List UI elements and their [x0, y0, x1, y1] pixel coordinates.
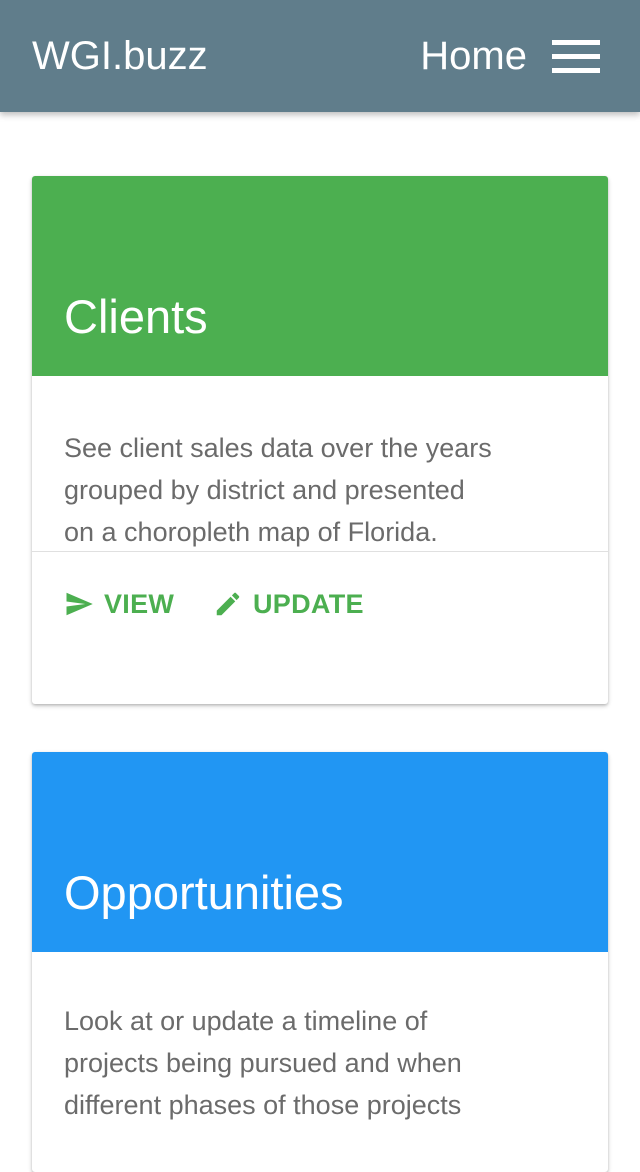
- clients-card-actions: VIEW UPDATE: [32, 551, 608, 656]
- top-navbar: WGI.buzz Home: [0, 0, 640, 112]
- view-button[interactable]: VIEW: [64, 588, 174, 620]
- opportunities-card-description: Look at or update a timeline of projects…: [32, 952, 608, 1126]
- opportunities-card: Opportunities Look at or update a timeli…: [32, 752, 608, 1172]
- clients-card-title: Clients: [64, 290, 208, 343]
- description-line: grouped by district and presented: [64, 475, 465, 505]
- opportunities-card-header: Opportunities: [32, 752, 608, 952]
- pencil-icon: [216, 592, 240, 616]
- update-button-label: UPDATE: [253, 588, 364, 619]
- clients-card-header: Clients: [32, 176, 608, 376]
- update-button[interactable]: UPDATE: [213, 588, 364, 620]
- description-line: Look at or update a timeline of: [64, 1006, 428, 1036]
- clients-card: Clients See client sales data over the y…: [32, 176, 608, 704]
- brand-title[interactable]: WGI.buzz: [32, 33, 208, 79]
- opportunities-card-title: Opportunities: [64, 866, 344, 919]
- view-button-label: VIEW: [104, 588, 175, 619]
- send-icon: [66, 592, 93, 616]
- clients-card-description: See client sales data over the years gro…: [32, 376, 608, 551]
- description-line: different phases of those projects: [64, 1090, 462, 1120]
- description-line: projects being pursued and when: [64, 1048, 462, 1078]
- nav-home-link[interactable]: Home: [420, 33, 527, 79]
- description-line: on a choropleth map of Florida.: [64, 517, 438, 547]
- hamburger-menu-icon[interactable]: [552, 40, 600, 74]
- description-line: See client sales data over the years: [64, 433, 492, 463]
